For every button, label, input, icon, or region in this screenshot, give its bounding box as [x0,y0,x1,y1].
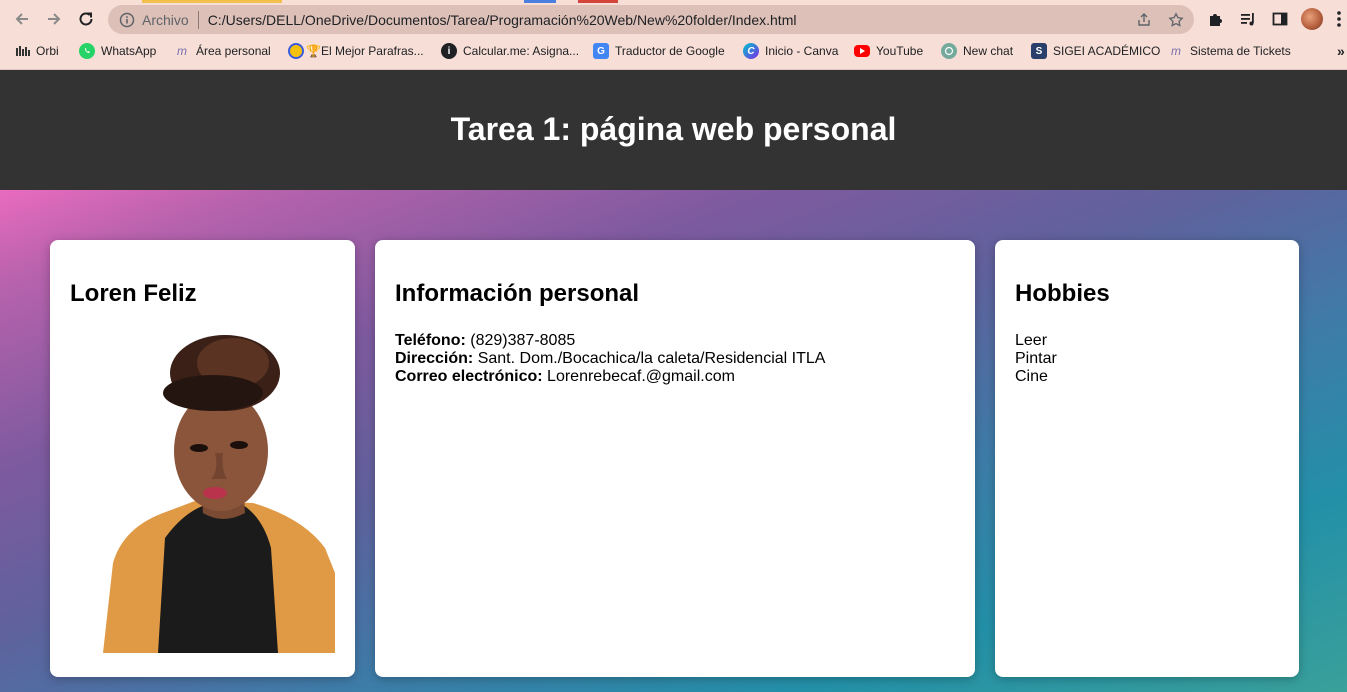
page-title: Tarea 1: página web personal [450,110,897,147]
bookmark-area-personal[interactable]: m Área personal [174,42,271,60]
canva-icon: C [743,43,759,59]
reload-icon [79,12,93,26]
youtube-icon [854,45,870,57]
moodle-icon: m [177,44,187,58]
bookmark-whatsapp[interactable]: WhatsApp [79,42,156,60]
address-url[interactable]: C:/Users/DELL/OneDrive/Documentos/Tarea/… [208,12,797,28]
kebab-menu-icon [1337,11,1341,27]
email-value: Lorenrebecaf.@gmail.com [547,368,735,385]
info-icon: i [441,43,457,59]
bookmark-label: WhatsApp [101,44,157,58]
bookmarks-overflow-button[interactable]: » [1337,42,1345,60]
hobby-item: Cine [1015,368,1048,385]
file-scheme-chip: Archivo [142,11,189,28]
bookmark-label: YouTube [876,44,924,58]
extensions-button[interactable] [1204,7,1228,31]
forward-arrow-icon [48,13,61,25]
bookmark-label: Calcular.me: Asigna... [463,44,580,58]
back-arrow-icon [15,13,28,25]
bookmark-label: 🏆El Mejor Parafras... [306,44,424,58]
hobbies-list: Leer Pintar Cine [1015,332,1279,386]
profile-photo [103,335,335,653]
address-bar[interactable]: Archivo C:/Users/DELL/OneDrive/Documento… [108,5,1194,34]
toolbar: Archivo C:/Users/DELL/OneDrive/Documento… [0,0,1347,38]
bookmarks-bar: Orbi WhatsApp m Área personal 🏆El Mejor … [0,38,1347,64]
forward-button[interactable] [42,7,66,31]
browser-chrome: Archivo C:/Users/DELL/OneDrive/Documento… [0,0,1347,70]
orbi-icon [16,43,30,59]
bookmark-traductor[interactable]: G Traductor de Google [593,42,725,60]
hobbies-heading: Hobbies [1015,280,1110,307]
bookmark-label: Orbi [36,44,59,58]
bookmark-label: Área personal [196,44,271,58]
address-label: Dirección: [395,350,474,367]
chatgpt-icon [941,43,957,59]
profile-name: Loren Feliz [70,280,197,307]
hobby-item: Leer [1015,332,1048,349]
playlist-icon [1241,13,1254,26]
site-info-icon[interactable] [118,11,136,29]
profile-card: Loren Feliz [50,240,355,677]
phone-value: (829)387-8085 [470,332,576,349]
hobby-item: Pintar [1015,350,1057,367]
bookmark-canva[interactable]: C Inicio - Canva [743,42,838,60]
bookmark-label: SIGEI ACADÉMICO [1053,44,1161,58]
bookmark-youtube[interactable]: YouTube [854,42,923,60]
bookmark-label: Traductor de Google [615,44,725,58]
phone-row: Teléfono: (829)387-8085 [395,332,955,350]
address-value: Sant. Dom./Bocachica/la caleta/Residenci… [477,350,826,367]
menu-button[interactable] [1332,7,1346,31]
page-body: Loren Feliz Información personal Teléfon… [0,190,1347,692]
reload-button[interactable] [74,7,98,31]
moodle-icon: m [1171,44,1181,58]
email-row: Correo electrónico: Lorenrebecaf.@gmail.… [395,368,955,386]
bookmark-label: New chat [963,44,1014,58]
whatsapp-icon [79,43,95,59]
share-icon[interactable] [1132,8,1156,32]
info-heading: Información personal [395,280,640,307]
address-row: Dirección: Sant. Dom./Bocachica/la calet… [395,350,955,368]
profile-avatar[interactable] [1301,8,1323,30]
bookmark-star-icon[interactable] [1164,8,1188,32]
bookmark-sigei[interactable]: S SIGEI ACADÉMICO [1031,42,1160,60]
bookmark-label: Sistema de Tickets [1190,44,1291,58]
media-control-button[interactable] [1236,7,1260,31]
bookmark-parafraseador[interactable]: 🏆El Mejor Parafras... [288,42,424,60]
phone-label: Teléfono: [395,332,466,349]
google-translate-icon: G [593,43,609,59]
back-button[interactable] [10,7,34,31]
parafraseador-icon [288,43,304,59]
bookmark-calcular[interactable]: i Calcular.me: Asigna... [441,42,579,60]
side-panel-button[interactable] [1268,7,1292,31]
puzzle-icon [1210,14,1222,26]
address-divider [197,10,199,29]
page-header: Tarea 1: página web personal [0,70,1347,190]
email-label: Correo electrónico: [395,368,543,385]
contact-details: Teléfono: (829)387-8085 Dirección: Sant.… [395,332,955,386]
bookmark-label: Inicio - Canva [765,44,839,58]
bookmark-orbi[interactable]: Orbi [16,42,59,60]
bookmark-new-chat[interactable]: New chat [941,42,1013,60]
side-panel-icon [1272,12,1288,26]
hobbies-card: Hobbies Leer Pintar Cine [995,240,1299,677]
bookmark-sistema-tickets[interactable]: m Sistema de Tickets [1168,42,1291,60]
sigei-icon: S [1031,43,1047,59]
personal-info-card: Información personal Teléfono: (829)387-… [375,240,975,677]
